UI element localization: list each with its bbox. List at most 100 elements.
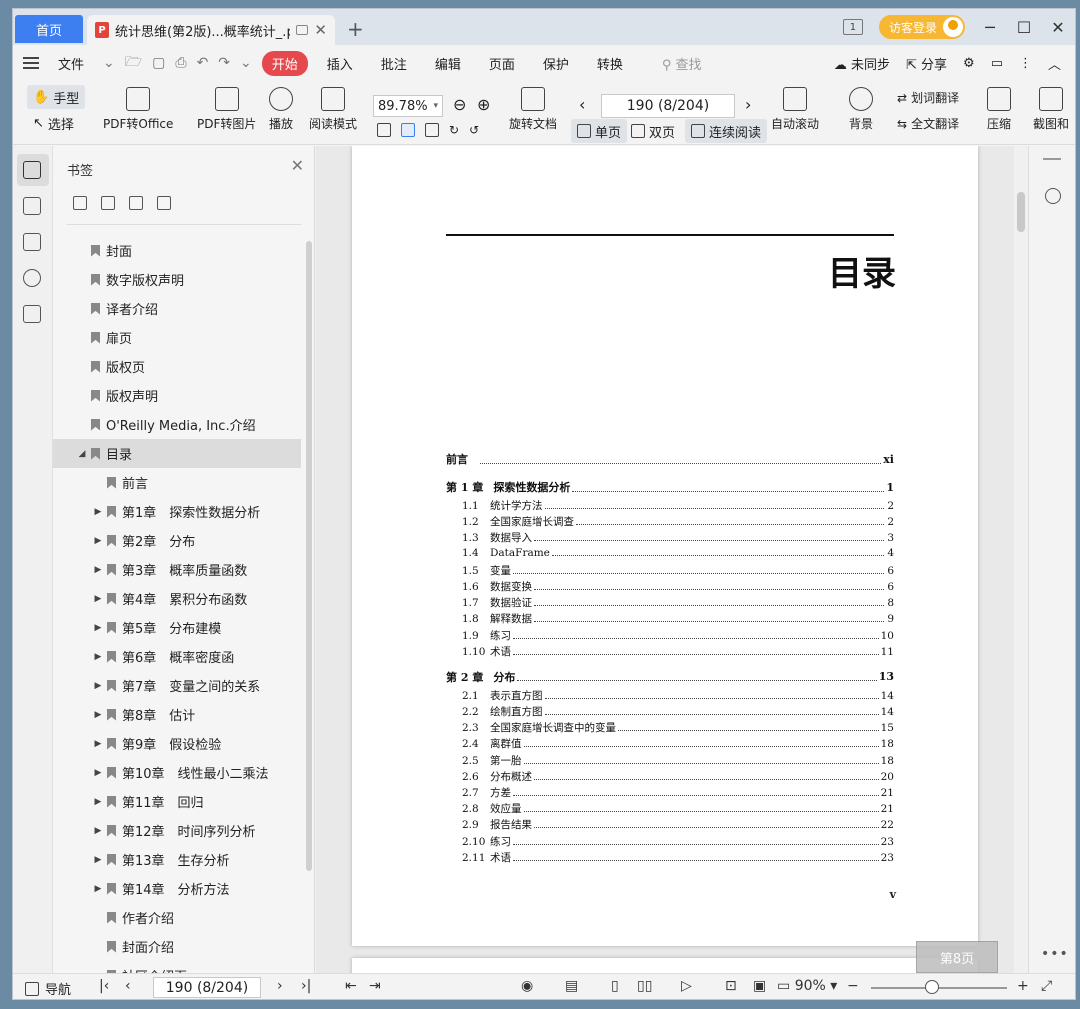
zoom-slider-handle[interactable] bbox=[925, 980, 939, 994]
bookmark-icon[interactable] bbox=[23, 161, 41, 179]
single-page-button[interactable]: 单页 bbox=[571, 119, 628, 143]
menu-annotate[interactable]: 批注 bbox=[372, 54, 416, 73]
forward-icon[interactable]: ⇥ bbox=[369, 978, 381, 994]
status-page-input[interactable]: 190 (8/204) bbox=[153, 977, 261, 998]
first-page-icon[interactable]: |‹ bbox=[99, 978, 109, 994]
zoom-out-icon[interactable]: ⊖ bbox=[453, 95, 466, 114]
expand-bookmark-icon[interactable] bbox=[129, 196, 143, 210]
toc-section-entry[interactable]: 1.7 数据验证 8 bbox=[446, 595, 894, 611]
thumbnail-icon[interactable] bbox=[23, 197, 41, 215]
zoom-input[interactable]: 89.78% ▾ bbox=[373, 95, 443, 117]
expand-arrow-icon[interactable]: ▶ bbox=[93, 826, 103, 836]
comment-icon[interactable]: ▭ bbox=[991, 56, 1003, 71]
document-scrollbar[interactable] bbox=[1014, 146, 1028, 974]
status-zoom-out-icon[interactable]: − bbox=[847, 978, 859, 994]
hand-tool-button[interactable]: ✋ 手型 bbox=[27, 85, 86, 109]
toc-section-entry[interactable]: 2.8 效应量 21 bbox=[446, 801, 894, 817]
rotate-right-icon[interactable]: ↻ bbox=[449, 123, 459, 137]
background-button[interactable]: 背景 bbox=[849, 87, 873, 132]
back-icon[interactable]: ⇤ bbox=[345, 978, 357, 994]
toc-section-entry[interactable]: 2.6 分布概述 20 bbox=[446, 769, 894, 785]
bookmark-item[interactable]: ▶ 第1章 探索性数据分析 bbox=[53, 497, 315, 526]
bookmark-item[interactable]: ▶ 第14章 分析方法 bbox=[53, 874, 315, 903]
hamburger-icon[interactable] bbox=[23, 57, 39, 69]
bookmark-item[interactable]: 版权页 bbox=[53, 352, 315, 381]
expand-arrow-icon[interactable]: ▶ bbox=[93, 536, 103, 546]
status-single-page-icon[interactable]: ▯ bbox=[611, 978, 619, 994]
attachment-icon[interactable] bbox=[23, 269, 41, 287]
find-icon[interactable] bbox=[1045, 188, 1061, 204]
menu-protect[interactable]: 保护 bbox=[534, 54, 578, 73]
actual-size-icon[interactable] bbox=[377, 123, 391, 137]
toc-section-entry[interactable]: 1.10 术语 11 bbox=[446, 644, 894, 660]
tab-preview-icon[interactable] bbox=[296, 25, 309, 35]
navigation-toggle[interactable]: 导航 bbox=[25, 979, 71, 998]
expand-arrow-icon[interactable]: ▶ bbox=[93, 652, 103, 662]
bookmark-item[interactable]: ▶ 第7章 变量之间的关系 bbox=[53, 671, 315, 700]
fullscreen-icon[interactable]: ⤢ bbox=[1041, 978, 1052, 994]
bookmark-item[interactable]: 译者介绍 bbox=[53, 294, 315, 323]
expand-arrow-icon[interactable]: ▶ bbox=[93, 594, 103, 604]
bookmark-item[interactable]: ▶ 第12章 时间序列分析 bbox=[53, 816, 315, 845]
status-double-page-icon[interactable]: ▯▯ bbox=[637, 978, 652, 994]
customize-quick-access-icon[interactable]: ⌄ bbox=[240, 55, 252, 71]
toc-chapter-entry[interactable]: 第 2 章分布 13 bbox=[446, 666, 894, 688]
fit-width-icon[interactable] bbox=[425, 123, 439, 137]
status-play-icon[interactable]: ▷ bbox=[681, 978, 692, 994]
window-count-badge[interactable]: 1 bbox=[842, 19, 863, 35]
bookmark-settings-icon[interactable] bbox=[157, 196, 171, 210]
bookmark-item[interactable]: O'Reilly Media, Inc.介绍 bbox=[53, 410, 315, 439]
bookmark-item[interactable]: ▶ 第8章 估计 bbox=[53, 700, 315, 729]
bookmark-item[interactable]: ▶ 第11章 回归 bbox=[53, 787, 315, 816]
toc-section-entry[interactable]: 2.7 方差 21 bbox=[446, 785, 894, 801]
toc-chapter-entry[interactable]: 第 1 章探索性数据分析 1 bbox=[446, 476, 894, 498]
select-tool-button[interactable]: ↖ 选择 bbox=[27, 111, 80, 135]
status-zoom-select[interactable]: ▭ 90% ▾ bbox=[777, 978, 837, 994]
delete-bookmark-icon[interactable] bbox=[101, 196, 115, 210]
previous-page-icon[interactable]: ‹ bbox=[579, 95, 585, 114]
expand-arrow-icon[interactable]: ▶ bbox=[93, 507, 103, 517]
last-page-icon[interactable]: ›| bbox=[301, 978, 311, 994]
bookmark-item[interactable]: 扉页 bbox=[53, 323, 315, 352]
bookmark-item[interactable]: 数字版权声明 bbox=[53, 265, 315, 294]
bookmark-item[interactable]: ▶ 第10章 线性最小二乘法 bbox=[53, 758, 315, 787]
status-next-page-icon[interactable]: › bbox=[277, 978, 283, 994]
bookmark-item[interactable]: 前言 bbox=[53, 468, 315, 497]
zoom-slider[interactable] bbox=[871, 987, 1007, 989]
expand-arrow-icon[interactable]: ▶ bbox=[93, 565, 103, 575]
double-page-button[interactable]: 双页 bbox=[625, 119, 681, 143]
toc-section-entry[interactable]: 2.11 术语 23 bbox=[446, 850, 894, 866]
status-zoom-in-icon[interactable]: + bbox=[1017, 978, 1029, 994]
redo-icon[interactable]: ↷ bbox=[218, 55, 230, 71]
toc-section-entry[interactable]: 2.4 离群值 18 bbox=[446, 736, 894, 752]
toc-section-entry[interactable]: 2.2 绘制直方图 14 bbox=[446, 704, 894, 720]
comment-panel-icon[interactable] bbox=[23, 233, 41, 251]
minimize-button[interactable]: ─ bbox=[981, 18, 999, 37]
menu-convert[interactable]: 转换 bbox=[588, 54, 632, 73]
bookmark-item[interactable]: ▶ 第5章 分布建模 bbox=[53, 613, 315, 642]
screenshot-button[interactable]: 截图和 bbox=[1033, 87, 1069, 132]
guest-login-button[interactable]: 访客登录 bbox=[878, 15, 965, 39]
toc-section-entry[interactable]: 1.6 数据变换 6 bbox=[446, 579, 894, 595]
rotate-document-button[interactable]: 旋转文档 bbox=[509, 87, 557, 132]
page-number-input[interactable]: 190 (8/204) bbox=[601, 94, 735, 118]
new-tab-button[interactable]: + bbox=[347, 17, 364, 41]
file-menu[interactable]: 文件 bbox=[49, 54, 93, 73]
expand-arrow-icon[interactable]: ▶ bbox=[93, 797, 103, 807]
menu-insert[interactable]: 插入 bbox=[318, 54, 362, 73]
full-translate-button[interactable]: ⇆ 全文翻译 bbox=[897, 115, 959, 132]
bookmark-item[interactable]: ▶ 第6章 概率密度函 bbox=[53, 642, 315, 671]
expand-arrow-icon[interactable]: ◢ bbox=[77, 449, 87, 459]
collapse-ribbon-icon[interactable]: ︿ bbox=[1048, 54, 1061, 73]
bookmark-item[interactable]: 作者介绍 bbox=[53, 903, 315, 932]
toc-section-entry[interactable]: 2.5 第一胎 18 bbox=[446, 753, 894, 769]
bookmark-item[interactable]: ▶ 第13章 生存分析 bbox=[53, 845, 315, 874]
zoom-dropdown-icon[interactable]: ▾ bbox=[433, 101, 438, 111]
auto-scroll-button[interactable]: 自动滚动 bbox=[771, 87, 819, 132]
pdf-to-image-button[interactable]: PDF转图片 bbox=[197, 87, 256, 132]
panel-close-icon[interactable]: ✕ bbox=[291, 156, 304, 175]
tab-close-icon[interactable]: ✕ bbox=[314, 21, 327, 39]
toc-chapter-entry[interactable]: 前言 xi bbox=[446, 448, 894, 470]
toc-section-entry[interactable]: 1.9 练习 10 bbox=[446, 628, 894, 644]
next-page-icon[interactable]: › bbox=[745, 95, 751, 114]
